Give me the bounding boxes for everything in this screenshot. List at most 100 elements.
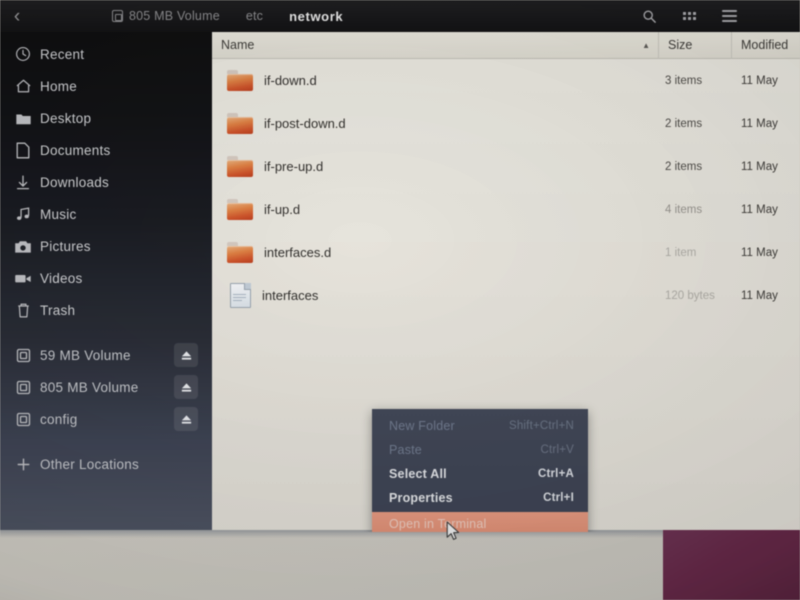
table-row[interactable]: if-pre-up.d 2 items 11 May	[212, 145, 800, 188]
sidebar: Recent Home Desktop Documents Downloads …	[0, 32, 212, 530]
titlebar-actions	[634, 2, 800, 30]
context-menu: New Folder Shift+Ctrl+N Paste Ctrl+V Sel…	[372, 409, 588, 532]
folder-icon	[227, 70, 253, 91]
context-menu-item-new-folder[interactable]: New Folder Shift+Ctrl+N	[372, 414, 588, 438]
eject-button[interactable]	[174, 407, 198, 431]
hamburger-menu-icon	[721, 10, 737, 22]
column-header-modified-label: Modified	[741, 38, 789, 52]
file-modified-cell: 11 May	[741, 203, 778, 216]
view-options-button[interactable]	[674, 2, 704, 30]
breadcrumb-item-volume[interactable]: 805 MB Volume	[99, 0, 233, 32]
eject-icon	[181, 414, 191, 424]
file-modified-cell: 11 May	[741, 289, 778, 302]
sidebar-item-config[interactable]: config	[0, 403, 212, 435]
context-menu-item-paste[interactable]: Paste Ctrl+V	[372, 438, 588, 462]
breadcrumb-label: 805 MB Volume	[129, 9, 220, 23]
file-size-cell: 2 items	[665, 160, 703, 173]
sidebar-item-videos[interactable]: Videos	[0, 262, 212, 294]
context-menu-item-label: New Folder	[389, 419, 455, 433]
mouse-cursor	[446, 521, 461, 547]
file-manager-window: ‹ 805 MB Volume etc network Recent Home …	[0, 0, 800, 532]
context-menu-item-label: Paste	[389, 443, 422, 457]
file-name-label: if-up.d	[264, 202, 301, 217]
sort-ascending-icon: ▲	[642, 40, 650, 50]
file-size-cell: 3 items	[665, 74, 703, 87]
breadcrumb-label: etc	[245, 9, 264, 23]
sidebar-item-label: Pictures	[40, 238, 91, 254]
sidebar-item-label: Recent	[40, 46, 85, 62]
eject-button[interactable]	[174, 375, 198, 399]
drive-icon	[6, 348, 40, 363]
sidebar-item-label: Home	[40, 78, 78, 94]
sidebar-item-label: Downloads	[40, 174, 110, 190]
main-menu-button[interactable]	[714, 2, 744, 30]
sidebar-item-label: 59 MB Volume	[40, 347, 131, 363]
sidebar-item-label: Music	[40, 206, 77, 222]
file-name-cell: if-post-down.d	[212, 113, 659, 134]
context-menu-item-properties[interactable]: Properties Ctrl+I	[372, 486, 588, 510]
table-row[interactable]: interfaces.d 1 item 11 May	[212, 231, 800, 274]
sidebar-item-music[interactable]: Music	[0, 198, 212, 230]
column-header-name[interactable]: Name ▲	[212, 31, 659, 59]
folder-icon	[227, 113, 253, 134]
sidebar-item-volume-59mb[interactable]: 59 MB Volume	[0, 339, 212, 371]
file-name-label: interfaces	[262, 288, 319, 303]
context-menu-item-label: Open in Terminal	[389, 516, 487, 531]
context-menu-item-open-in-terminal[interactable]: Open in Terminal	[372, 512, 588, 532]
column-header-modified[interactable]: Modified	[732, 32, 800, 59]
file-size-cell: 120 bytes	[665, 289, 715, 302]
sidebar-item-label: 805 MB Volume	[40, 379, 139, 395]
sidebar-item-label: config	[40, 411, 78, 427]
music-note-icon	[6, 206, 40, 222]
context-menu-item-select-all[interactable]: Select All Ctrl+A	[372, 462, 588, 486]
file-name-cell: if-down.d	[212, 70, 659, 91]
column-header-size[interactable]: Size	[659, 31, 732, 59]
document-icon	[6, 142, 40, 159]
column-headers: Name ▲ Size Modified	[212, 31, 800, 59]
sidebar-item-label: Desktop	[40, 110, 92, 126]
sidebar-item-desktop[interactable]: Desktop	[0, 102, 212, 134]
sidebar-item-trash[interactable]: Trash	[0, 294, 212, 326]
download-icon	[6, 174, 40, 191]
sidebar-item-home[interactable]: Home	[0, 70, 212, 102]
file-rows: if-down.d 3 items 11 May if-post-down.d …	[212, 59, 800, 317]
trash-icon	[6, 302, 40, 319]
plus-icon	[6, 457, 40, 472]
sidebar-item-label: Trash	[40, 302, 76, 318]
sidebar-item-label: Documents	[40, 142, 111, 158]
sidebar-item-label: Other Locations	[40, 456, 140, 472]
breadcrumb-item-network[interactable]: network	[276, 0, 356, 32]
sidebar-item-other-locations[interactable]: Other Locations	[0, 448, 212, 480]
file-size-cell: 4 items	[665, 203, 703, 216]
file-modified-cell: 11 May	[741, 74, 778, 87]
table-row[interactable]: if-down.d 3 items 11 May	[212, 59, 800, 102]
sidebar-item-downloads[interactable]: Downloads	[0, 166, 212, 198]
table-row[interactable]: if-post-down.d 2 items 11 May	[212, 102, 800, 145]
column-header-name-label: Name	[221, 38, 255, 52]
context-menu-item-label: Properties	[389, 491, 453, 505]
eject-button[interactable]	[174, 343, 198, 367]
breadcrumb-item-etc[interactable]: etc	[233, 0, 276, 32]
camera-icon	[6, 239, 40, 254]
context-menu-item-accel: Ctrl+A	[537, 468, 574, 480]
folder-icon	[6, 111, 40, 126]
video-camera-icon	[6, 272, 40, 285]
file-name-label: if-post-down.d	[264, 116, 346, 131]
view-grid-icon	[682, 12, 696, 20]
context-menu-item-accel: Ctrl+V	[540, 444, 574, 456]
sidebar-item-documents[interactable]: Documents	[0, 134, 212, 166]
drive-icon	[6, 380, 40, 395]
search-icon	[642, 9, 656, 23]
drive-icon	[112, 10, 123, 22]
sidebar-item-recent[interactable]: Recent	[0, 38, 212, 70]
file-modified-cell: 11 May	[741, 246, 778, 259]
back-button[interactable]: ‹	[0, 0, 34, 32]
sidebar-item-pictures[interactable]: Pictures	[0, 230, 212, 262]
sidebar-item-volume-805mb[interactable]: 805 MB Volume	[0, 371, 212, 403]
search-button[interactable]	[634, 2, 664, 30]
file-modified-cell: 11 May	[741, 160, 778, 173]
table-row[interactable]: interfaces 120 bytes 11 May	[212, 274, 800, 317]
breadcrumb-label: network	[289, 8, 344, 24]
context-menu-item-accel: Shift+Ctrl+N	[508, 420, 574, 432]
table-row[interactable]: if-up.d 4 items 11 May	[212, 188, 800, 231]
